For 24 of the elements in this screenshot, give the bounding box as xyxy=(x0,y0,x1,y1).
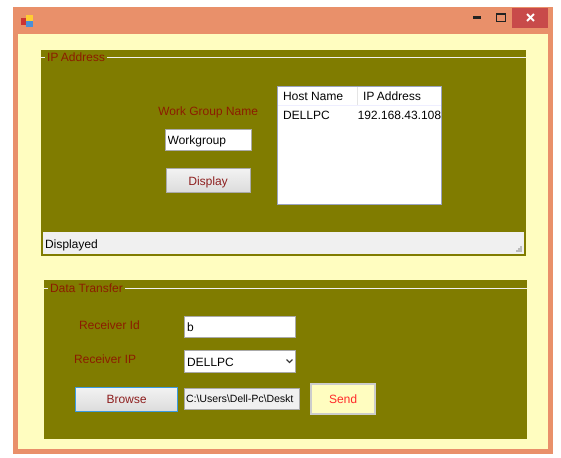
app-icon xyxy=(21,14,33,26)
close-icon xyxy=(526,13,534,22)
browse-button[interactable]: Browse xyxy=(75,386,178,412)
column-header[interactable]: Host Name xyxy=(278,87,358,105)
work-group-label: Work Group Name xyxy=(158,103,258,120)
work-group-field[interactable]: Workgroup xyxy=(164,129,252,151)
list-cell-text: 192.168.43.108 xyxy=(356,107,441,124)
status-text: Displayed xyxy=(44,236,98,253)
receiver-id-label: Receiver Id xyxy=(79,317,141,334)
chevron-down-icon xyxy=(286,359,293,364)
display-button[interactable]: Display xyxy=(166,168,250,193)
minimize-icon xyxy=(473,16,481,19)
receiver-id-field[interactable]: b xyxy=(184,316,296,338)
resize-grip-icon xyxy=(516,246,522,252)
send-button[interactable]: Send xyxy=(310,383,376,415)
list-cell-text: DELLPC xyxy=(282,107,331,124)
receiver-ip-label: Receiver IP xyxy=(74,351,138,368)
file-path-field[interactable]: C:\Users\Dell-Pc\Deskt xyxy=(184,388,300,410)
close-button[interactable] xyxy=(512,8,548,28)
receiver-ip-dropdown[interactable]: DELLPC xyxy=(184,350,296,373)
group-title: Data Transfer xyxy=(49,282,124,294)
group-title: IP Address xyxy=(46,51,106,63)
maximize-icon xyxy=(496,13,506,22)
column-header[interactable]: IP Address xyxy=(358,87,441,105)
